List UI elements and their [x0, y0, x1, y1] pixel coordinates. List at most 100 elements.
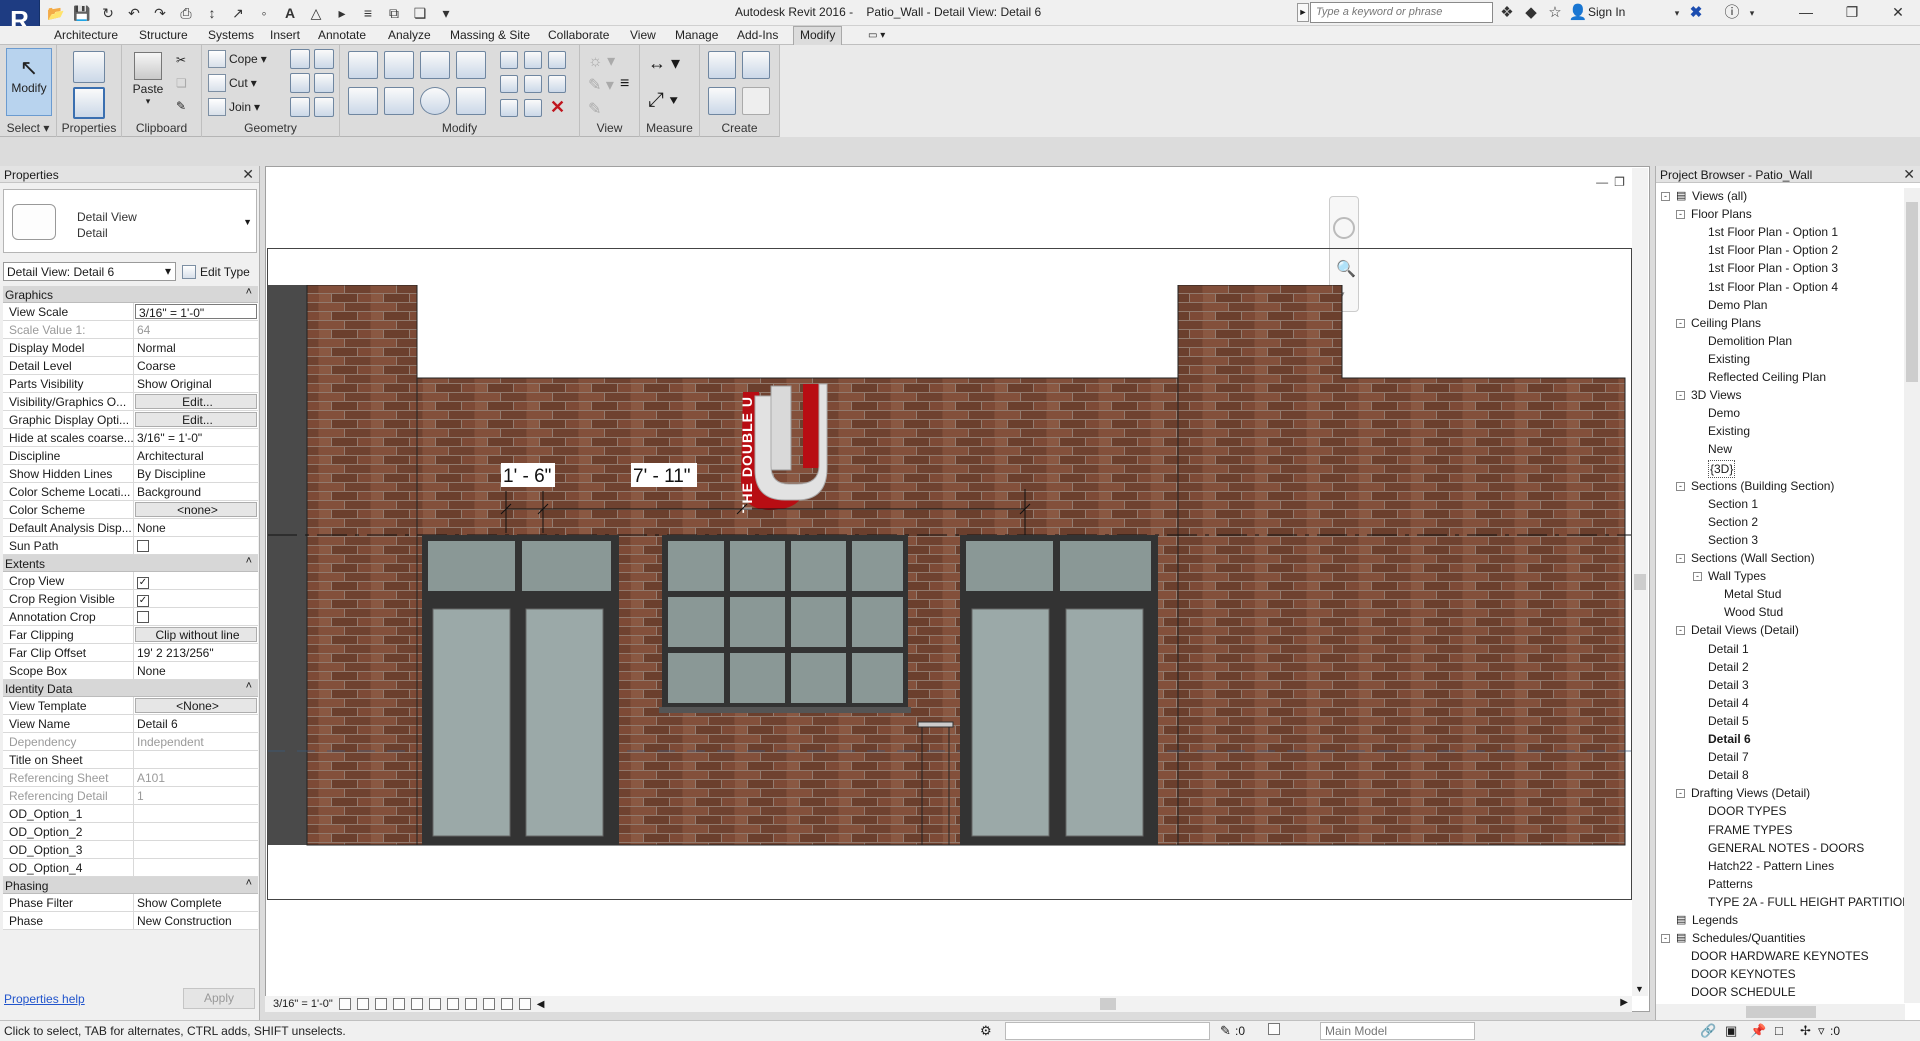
- browser-tree-item[interactable]: Demo: [1708, 405, 1740, 423]
- filter-icon[interactable]: ▿: [1818, 1023, 1825, 1039]
- design-option-combo[interactable]: Main Model: [1320, 1022, 1475, 1040]
- property-value[interactable]: Detail 6: [134, 715, 258, 732]
- drag-elements-icon[interactable]: ✢: [1800, 1023, 1811, 1039]
- browser-tree-item[interactable]: Detail 5: [1708, 713, 1749, 731]
- browser-tree-item[interactable]: Existing: [1708, 423, 1750, 441]
- save-icon[interactable]: 💾: [72, 3, 92, 23]
- browser-tree-item[interactable]: Sections (Building Section): [1691, 478, 1834, 496]
- browser-tree-item[interactable]: Views (all): [1692, 188, 1747, 206]
- tree-toggle-icon[interactable]: -: [1676, 789, 1685, 799]
- collapse-icon[interactable]: ˄: [246, 877, 252, 889]
- browser-tree-item[interactable]: Detail 1: [1708, 641, 1749, 659]
- demolish-icon[interactable]: [290, 97, 310, 117]
- browser-tree-item[interactable]: Legends: [1692, 912, 1738, 930]
- visual-style-icon[interactable]: [356, 998, 369, 1010]
- tab-systems[interactable]: Systems: [202, 27, 260, 45]
- move-icon[interactable]: [348, 87, 378, 115]
- sync-icon[interactable]: ↻: [98, 3, 118, 23]
- minimize-button[interactable]: —: [1783, 0, 1829, 26]
- measure-between-icon[interactable]: ↔ ▾: [648, 53, 680, 74]
- tab-annotate[interactable]: Annotate: [312, 27, 372, 45]
- create-similar-icon[interactable]: [742, 87, 770, 115]
- aligned-dimension-tool-icon[interactable]: ⤢ ▾: [648, 89, 678, 112]
- browser-tree-item[interactable]: 3D Views: [1691, 387, 1741, 405]
- browser-tree-item[interactable]: GENERAL NOTES - DOORS: [1708, 840, 1864, 858]
- crop-view-icon[interactable]: [428, 998, 441, 1010]
- maximize-button[interactable]: ❐: [1829, 0, 1875, 26]
- temporary-hide-icon[interactable]: [464, 998, 477, 1010]
- property-value[interactable]: Show Complete: [134, 894, 258, 911]
- switch-windows-icon[interactable]: ❏: [410, 3, 430, 23]
- properties-palette-icon[interactable]: [73, 87, 105, 119]
- browser-tree-item[interactable]: Detail Views (Detail): [1691, 622, 1799, 640]
- browser-tree-item[interactable]: New: [1708, 441, 1732, 459]
- trim-extend-icon[interactable]: [456, 87, 486, 115]
- user-icon[interactable]: 👤: [1568, 3, 1588, 23]
- align-icon[interactable]: [348, 51, 378, 79]
- checkbox[interactable]: [137, 540, 149, 552]
- crop-region-boundary[interactable]: [267, 248, 1632, 900]
- tree-toggle-icon[interactable]: -: [1676, 481, 1685, 491]
- measure-icon[interactable]: ↕: [202, 3, 222, 23]
- cut-geometry-button[interactable]: Cut ▾: [208, 73, 257, 93]
- property-value[interactable]: [134, 751, 258, 768]
- property-value[interactable]: [134, 608, 258, 625]
- tree-toggle-icon[interactable]: -: [1676, 318, 1685, 328]
- property-value[interactable]: <none>: [135, 502, 257, 517]
- property-value[interactable]: New Construction: [134, 912, 258, 929]
- exchange-apps-icon[interactable]: ✖: [1686, 3, 1706, 23]
- browser-tree-item[interactable]: 1st Floor Plan - Option 3: [1708, 260, 1838, 278]
- property-value[interactable]: ✓: [134, 590, 258, 607]
- property-value[interactable]: ✓: [134, 572, 258, 589]
- minimize-view-icon[interactable]: —: [1596, 175, 1608, 189]
- browser-tree-item[interactable]: Floor Plans: [1691, 206, 1752, 224]
- property-section-header[interactable]: Graphics ˄: [3, 286, 258, 303]
- browser-tree-item[interactable]: TYPE 2A - FULL HEIGHT PARTITION: [1708, 894, 1905, 912]
- property-value[interactable]: [134, 823, 258, 840]
- join-roof-icon[interactable]: [290, 73, 310, 93]
- property-section-header[interactable]: Extents ˄: [3, 555, 258, 572]
- default-3d-icon[interactable]: △: [306, 3, 326, 23]
- linework-icon[interactable]: ✎: [588, 99, 601, 119]
- create-assembly-icon[interactable]: [708, 51, 736, 79]
- communication-icon[interactable]: ◆: [1521, 3, 1541, 23]
- browser-vertical-scrollbar[interactable]: [1904, 188, 1920, 1003]
- tab-analyze[interactable]: Analyze: [382, 27, 437, 45]
- section-icon[interactable]: ▸: [332, 3, 352, 23]
- property-value[interactable]: [134, 537, 258, 554]
- tree-toggle-icon[interactable]: -: [1676, 210, 1685, 220]
- properties-help-link[interactable]: Properties help: [4, 992, 85, 1006]
- tab-view[interactable]: View: [624, 27, 662, 45]
- select-pinned-icon[interactable]: 📌: [1750, 1023, 1766, 1039]
- property-value[interactable]: [134, 841, 258, 858]
- property-section-header[interactable]: Identity Data ˄: [3, 680, 258, 697]
- full-navigation-wheel-icon[interactable]: [1333, 217, 1355, 239]
- property-value[interactable]: Edit...: [135, 412, 257, 427]
- edit-type-button[interactable]: Edit Type: [180, 262, 258, 281]
- collapse-icon[interactable]: ˄: [246, 286, 252, 298]
- browser-tree-item[interactable]: Schedules/Quantities: [1692, 930, 1805, 948]
- pin-icon[interactable]: [548, 75, 566, 93]
- browser-tree-item[interactable]: Detail 8: [1708, 767, 1749, 785]
- wall-joins-icon[interactable]: [290, 49, 310, 69]
- sign-in-button[interactable]: Sign In: [1588, 5, 1625, 19]
- close-window-button[interactable]: ✕: [1875, 0, 1920, 26]
- open-icon[interactable]: 📂: [46, 3, 66, 23]
- analytical-model-icon[interactable]: [500, 998, 513, 1010]
- view-hscroll-thumb[interactable]: [1100, 998, 1116, 1010]
- paint-icon[interactable]: [314, 73, 334, 93]
- help-dropdown-icon[interactable]: ▾: [1742, 3, 1762, 23]
- tab-modify[interactable]: Modify: [793, 26, 843, 46]
- help-icon[interactable]: ⓘ: [1722, 3, 1742, 23]
- browser-tree-item[interactable]: Detail 7: [1708, 749, 1749, 767]
- detail-level-icon[interactable]: [338, 998, 351, 1010]
- tab-architecture[interactable]: Architecture: [48, 27, 124, 45]
- browser-tree-item[interactable]: Section 3: [1708, 532, 1758, 550]
- tree-toggle-icon[interactable]: -: [1661, 192, 1670, 201]
- view-horizontal-scrollbar[interactable]: ▶: [580, 996, 1632, 1012]
- property-value[interactable]: None: [134, 519, 258, 536]
- property-value[interactable]: [134, 805, 258, 822]
- help-search-input[interactable]: Type a keyword or phrase: [1310, 2, 1493, 23]
- view-vertical-scrollbar[interactable]: ▼: [1632, 168, 1648, 996]
- property-value[interactable]: <None>: [135, 698, 257, 713]
